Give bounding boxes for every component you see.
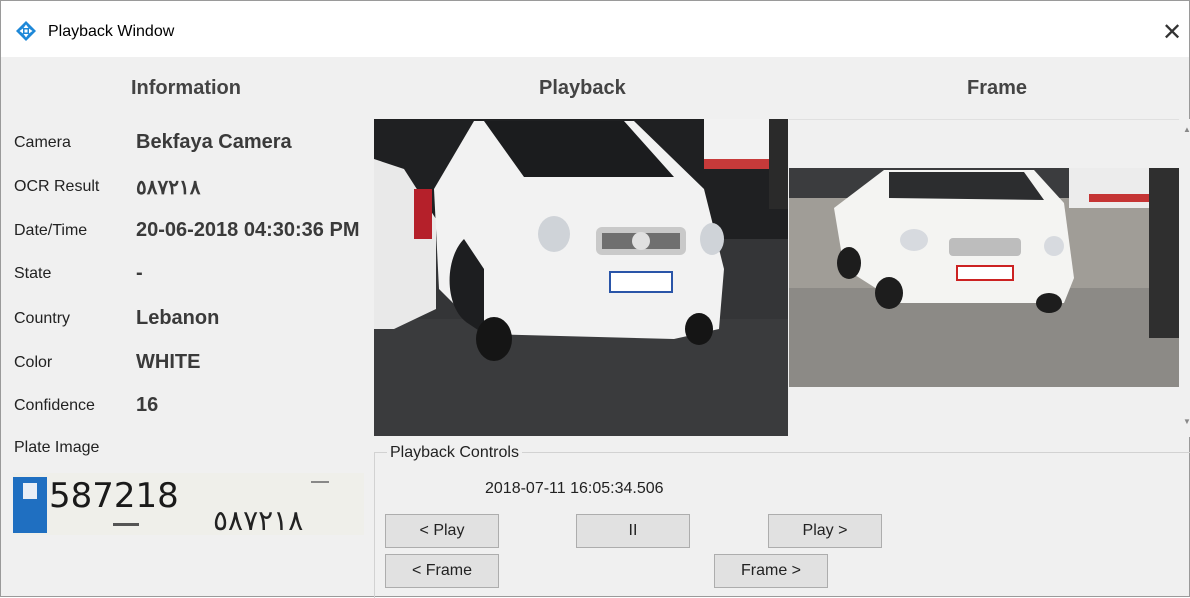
camera-value: Bekfaya Camera xyxy=(136,131,292,153)
color-label: Color xyxy=(14,354,53,371)
frame-header: Frame xyxy=(967,77,1028,99)
playback-video[interactable] xyxy=(374,119,788,436)
ocr-result-value: ٥٨٧٢١٨ xyxy=(136,177,201,199)
confidence-value: 16 xyxy=(136,394,159,416)
state-label: State xyxy=(14,265,52,282)
playback-header: Playback xyxy=(539,77,626,99)
window-title: Playback Window xyxy=(48,23,175,40)
title-bar: Playback Window ✕ xyxy=(1,1,1189,57)
frame-scrollbar[interactable] xyxy=(1181,119,1190,437)
camera-label: Camera xyxy=(14,134,71,151)
frame-image[interactable] xyxy=(789,168,1179,387)
datetime-label: Date/Time xyxy=(14,222,88,239)
plate-arabic-text: ٥٨٧٢١٨ xyxy=(213,504,303,535)
state-value: - xyxy=(136,262,143,284)
frame-backward-button[interactable]: < Frame xyxy=(385,554,499,588)
frame-forward-button[interactable]: Frame > xyxy=(714,554,828,588)
confidence-label: Confidence xyxy=(14,397,95,414)
country-label: Country xyxy=(14,310,71,327)
diamond-arrows-icon xyxy=(16,21,36,41)
play-forward-button[interactable]: Play > xyxy=(768,514,882,548)
plate-image-label: Plate Image xyxy=(14,439,100,456)
playback-timestamp: 2018-07-11 16:05:34.506 xyxy=(485,480,664,497)
playback-controls-legend: Playback Controls xyxy=(387,444,522,462)
plate-number-text: 587218 xyxy=(49,476,179,516)
scroll-up-icon[interactable]: ▲ xyxy=(1183,125,1190,134)
scroll-down-icon[interactable]: ▼ xyxy=(1183,417,1190,426)
pause-button[interactable]: II xyxy=(576,514,690,548)
country-value: Lebanon xyxy=(136,307,220,329)
playback-window: Playback Window ✕ Information Playback F… xyxy=(0,0,1190,598)
play-backward-button[interactable]: < Play xyxy=(385,514,499,548)
ocr-result-label: OCR Result xyxy=(14,178,100,195)
datetime-value: 20-06-2018 04:30:36 PM xyxy=(136,219,360,241)
information-header: Information xyxy=(131,77,241,99)
plate-image: 587218 ٥٨٧٢١٨ xyxy=(13,473,364,535)
close-icon[interactable]: ✕ xyxy=(1155,15,1189,49)
color-value: WHITE xyxy=(136,351,201,373)
